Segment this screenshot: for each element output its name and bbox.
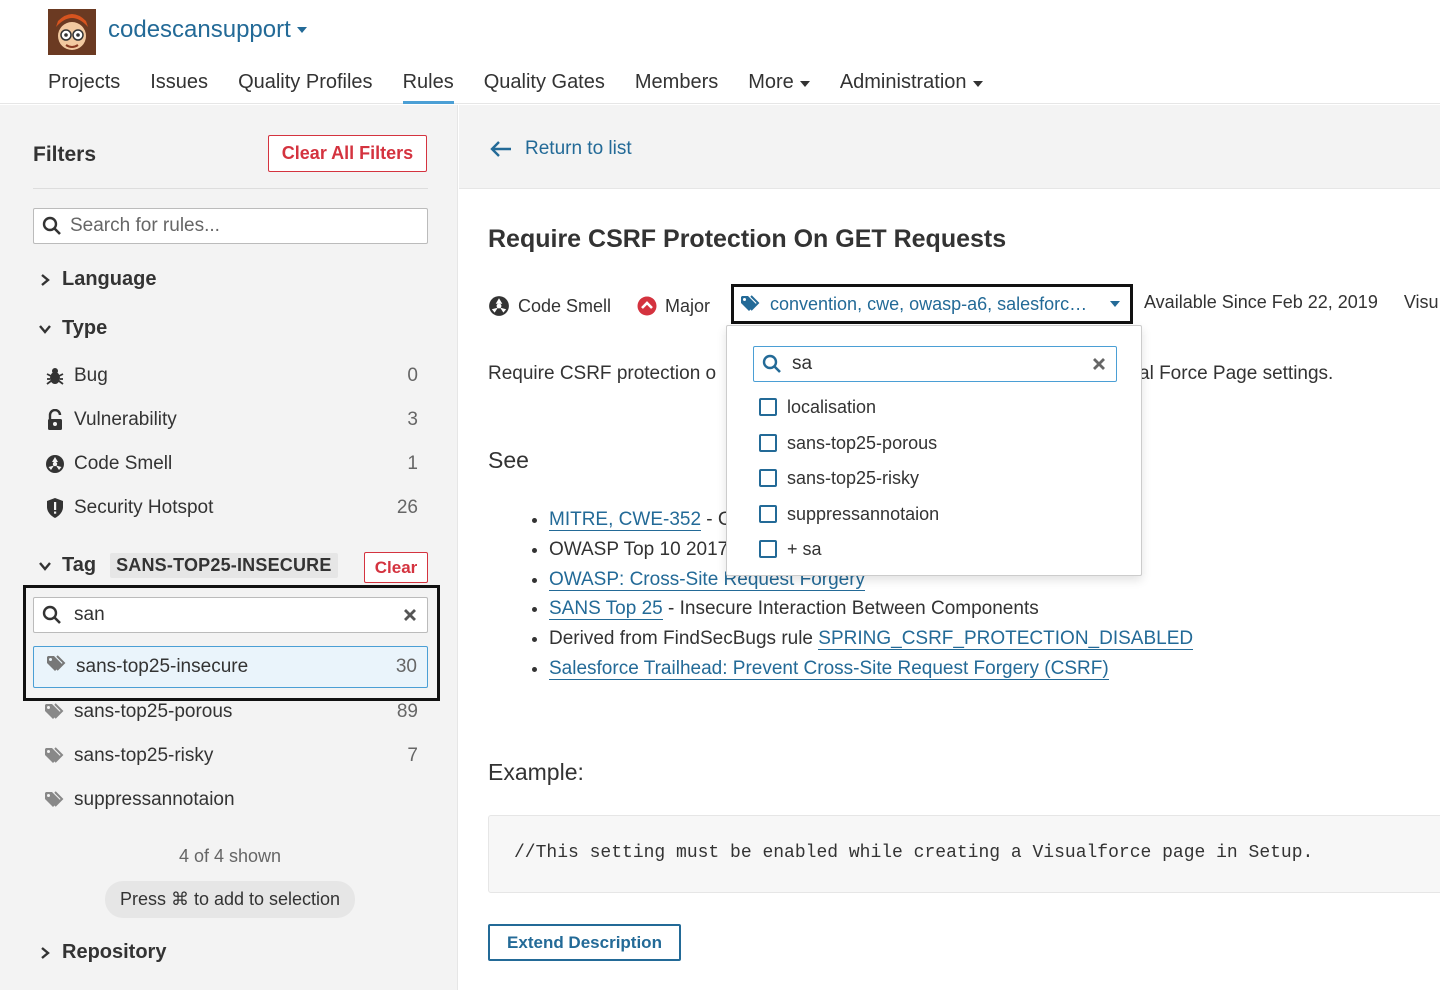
code-smell-icon: [489, 296, 509, 316]
tag-option-suppressannotaion[interactable]: suppressannotaion: [44, 782, 418, 818]
tag-option-sans-top25-porous[interactable]: sans-top25-porous 89: [44, 694, 418, 730]
popup-option[interactable]: sans-top25-risky: [759, 463, 919, 493]
close-icon[interactable]: [403, 608, 417, 622]
shown-count: 4 of 4 shown: [178, 846, 282, 866]
list-item: SANS Top 25 - Insecure Interaction Betwe…: [549, 594, 1193, 624]
checkbox[interactable]: [759, 434, 777, 452]
list-item: Salesforce Trailhead: Prevent Cross-Site…: [549, 654, 1193, 684]
main-nav: Projects Issues Quality Profiles Rules Q…: [48, 71, 1013, 104]
filters-sidebar: Filters Clear All Filters Language Type …: [0, 105, 458, 990]
bug-icon: [44, 366, 66, 386]
nav-members[interactable]: Members: [635, 71, 718, 104]
org-name: codescansupport: [108, 16, 291, 43]
rule-description-tail: al Force Page settings.: [1139, 363, 1334, 384]
facet-type-security-hotspot[interactable]: Security Hotspot 26: [44, 490, 418, 526]
selection-hint: Press ⌘ to add to selection: [105, 881, 355, 918]
rule-description: Require CSRF protection o: [488, 363, 717, 384]
available-since: Available Since Feb 22, 2019 Visu: [1144, 292, 1439, 312]
example-heading: Example:: [488, 759, 584, 785]
close-icon[interactable]: [1092, 357, 1106, 371]
divider: [33, 188, 428, 189]
checkbox[interactable]: [759, 505, 777, 523]
rule-tags-text: convention, cwe, owasp-a6, salesforc…: [770, 293, 1088, 314]
nav-quality-profiles[interactable]: Quality Profiles: [238, 71, 373, 104]
rule-tags-dropdown[interactable]: convention, cwe, owasp-a6, salesforc…: [731, 284, 1133, 324]
code-example: //This setting must be enabled while cre…: [488, 815, 1440, 893]
checkbox[interactable]: [759, 469, 777, 487]
nav-more[interactable]: More: [748, 71, 810, 104]
nav-quality-gates[interactable]: Quality Gates: [484, 71, 605, 104]
nav-issues[interactable]: Issues: [150, 71, 208, 104]
popup-option[interactable]: localisation: [759, 392, 876, 422]
facet-type-bug[interactable]: Bug 0: [44, 358, 418, 394]
search-icon: [42, 216, 61, 235]
nav-administration[interactable]: Administration: [840, 71, 983, 104]
return-to-list-link[interactable]: Return to list: [489, 138, 632, 160]
search-icon: [762, 354, 781, 373]
list-item: Derived from FindSecBugs rule SPRING_CSR…: [549, 624, 1194, 654]
chevron-right-icon: [41, 946, 50, 959]
tag-option-sans-top25-insecure[interactable]: sans-top25-insecure 30: [33, 646, 428, 688]
search-icon: [42, 605, 61, 624]
facet-type-vulnerability[interactable]: Vulnerability 3: [44, 402, 418, 438]
top-bar: codescansupport Projects Issues Quality …: [0, 0, 1440, 104]
facet-repository-header[interactable]: Repository: [38, 941, 166, 964]
severity-major-icon: [637, 296, 657, 316]
tag-icon: [44, 791, 66, 809]
chevron-down-icon: [39, 561, 51, 571]
chevron-down-icon: [1110, 301, 1120, 307]
rule-search-input[interactable]: [70, 215, 410, 237]
nav-rules[interactable]: Rules: [402, 71, 454, 104]
org-switcher[interactable]: codescansupport: [108, 16, 307, 44]
selected-tag-badge: SANS-TOP25-INSECURE: [110, 553, 338, 578]
ref-link[interactable]: SPRING_CSRF_PROTECTION_DISABLED: [818, 628, 1194, 651]
popup-option[interactable]: suppressannotaion: [759, 499, 939, 529]
popup-option-create[interactable]: + sa: [759, 534, 822, 564]
code-smell-icon: [44, 454, 66, 474]
tags-popup-input[interactable]: sa: [792, 353, 812, 375]
tag-search-box[interactable]: san: [33, 597, 428, 633]
see-heading: See: [488, 447, 529, 473]
chevron-right-icon: [41, 273, 50, 286]
rule-meta: Code Smell Major: [488, 288, 736, 324]
shield-icon: [44, 497, 66, 519]
tag-icon: [741, 295, 760, 311]
chevron-down-icon: [972, 81, 983, 87]
facet-type-header[interactable]: Type: [38, 317, 107, 340]
chevron-down-icon: [799, 81, 810, 87]
rule-type: Code Smell: [488, 295, 611, 317]
checkbox[interactable]: [759, 398, 777, 416]
tags-popup-search[interactable]: sa: [753, 346, 1117, 382]
tag-icon: [44, 703, 66, 721]
back-bar: Return to list: [459, 105, 1440, 189]
checkbox[interactable]: [759, 540, 777, 558]
tag-icon: [44, 747, 66, 765]
tag-search-input[interactable]: san: [74, 604, 105, 626]
org-avatar[interactable]: [48, 9, 96, 55]
rule-search-box[interactable]: [33, 208, 428, 244]
clear-all-filters-button[interactable]: Clear All Filters: [268, 135, 427, 172]
ref-link[interactable]: Salesforce Trailhead: Prevent Cross-Site…: [549, 657, 1109, 680]
rule-title: Require CSRF Protection On GET Requests: [488, 225, 1007, 253]
extend-description-button[interactable]: Extend Description: [488, 924, 681, 961]
arrow-left-icon: [490, 141, 511, 157]
nav-projects[interactable]: Projects: [48, 71, 120, 104]
clear-tag-button[interactable]: Clear: [364, 552, 428, 583]
lock-icon: [44, 409, 66, 431]
rule-severity: Major: [637, 296, 710, 317]
facet-language-header[interactable]: Language: [38, 268, 156, 291]
facet-tag-header[interactable]: Tag SANS-TOP25-INSECURE: [38, 553, 338, 578]
ref-link[interactable]: MITRE, CWE-352: [549, 509, 702, 531]
tags-popup: sa localisation sans-top25-porous sans-t…: [726, 325, 1142, 576]
chevron-down-icon: [39, 324, 51, 334]
filters-title: Filters: [33, 143, 97, 166]
tag-icon: [46, 655, 68, 679]
tag-option-sans-top25-risky[interactable]: sans-top25-risky 7: [44, 738, 418, 774]
facet-type-code-smell[interactable]: Code Smell 1: [44, 446, 418, 482]
ref-link[interactable]: SANS Top 25: [549, 598, 663, 621]
chevron-down-icon: [296, 27, 307, 33]
popup-option[interactable]: sans-top25-porous: [759, 428, 937, 458]
